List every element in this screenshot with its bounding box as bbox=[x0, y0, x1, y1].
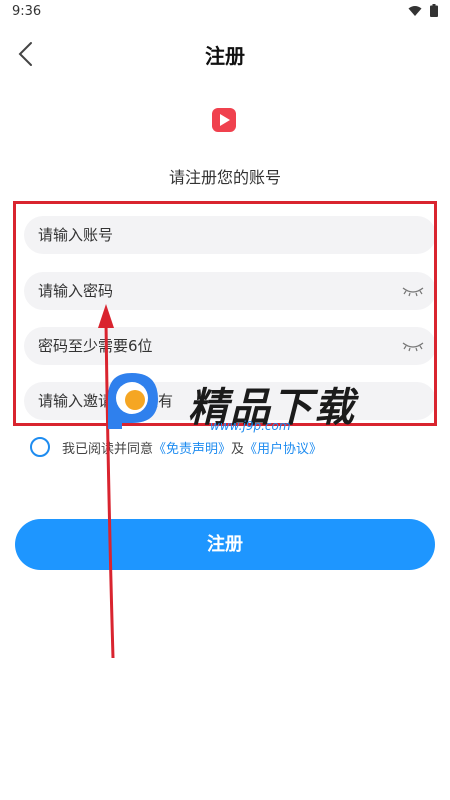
agreement-row: 我已阅读并同意 《免责声明》 及 《用户协议》 bbox=[30, 436, 322, 458]
battery-icon bbox=[430, 4, 438, 17]
wifi-icon bbox=[408, 5, 422, 17]
agreement-checkbox[interactable] bbox=[30, 437, 50, 457]
status-time: 9:36 bbox=[12, 4, 42, 19]
register-subtitle: 请注册您的账号 bbox=[168, 168, 281, 187]
disclaimer-link[interactable]: 《免责声明》 bbox=[153, 438, 231, 457]
agreement-prefix: 我已阅读并同意 bbox=[62, 441, 154, 457]
header: 注册 bbox=[0, 30, 450, 78]
agreement-connector: 及 bbox=[231, 441, 245, 457]
register-button[interactable]: 注册 bbox=[15, 519, 435, 570]
page-title: 注册 bbox=[205, 44, 245, 68]
status-bar: 9:36 bbox=[0, 0, 450, 22]
user-agreement-link[interactable]: 《用户协议》 bbox=[244, 438, 322, 457]
app-logo-play-icon bbox=[212, 108, 236, 132]
annotation-highlight-box bbox=[13, 201, 437, 426]
status-icons bbox=[408, 4, 438, 17]
